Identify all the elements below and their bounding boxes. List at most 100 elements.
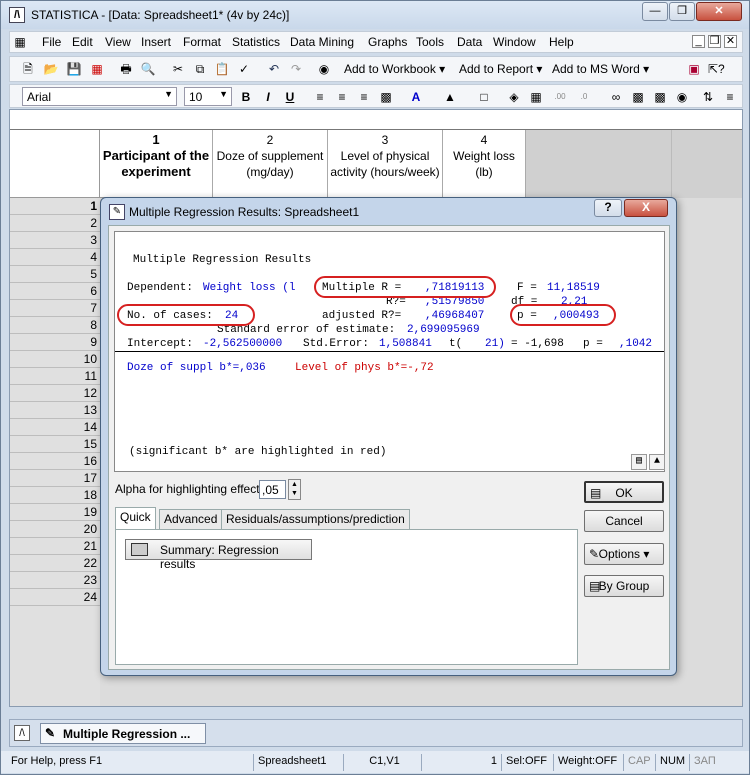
new-icon[interactable]: 🗎 <box>20 61 36 77</box>
tab-advanced[interactable]: Advanced <box>159 509 223 529</box>
menu-graphs[interactable]: Graphs <box>368 35 407 49</box>
lock-icon[interactable]: ◉ <box>674 89 690 105</box>
open-icon[interactable]: 📂 <box>43 61 59 77</box>
decrease-decimal-icon[interactable]: .0 <box>576 89 592 105</box>
tab-quick[interactable]: Quick <box>115 507 156 529</box>
status-weight[interactable]: Weight:OFF <box>553 754 623 771</box>
menu-edit[interactable]: Edit <box>72 35 93 49</box>
row-header[interactable]: 4 <box>10 249 100 266</box>
copy-icon[interactable]: ⧉ <box>192 61 208 77</box>
task-multiple-regression[interactable]: ✎ Multiple Regression ... <box>40 723 206 744</box>
undo-icon[interactable]: ↶ <box>266 61 282 77</box>
scroll-up-icon[interactable]: ▲ <box>649 454 665 470</box>
options-button[interactable]: ✎ Options ▾ <box>584 543 664 565</box>
alpha-spinner[interactable]: ▲ ▼ <box>288 479 301 500</box>
menu-tools[interactable]: Tools <box>416 35 444 49</box>
close-button[interactable]: ✕ <box>696 2 742 21</box>
borders-icon[interactable]: □ <box>476 89 492 105</box>
row-header[interactable]: 24 <box>10 589 100 606</box>
menu-file[interactable]: File <box>42 35 61 49</box>
row-header[interactable]: 23 <box>10 572 100 589</box>
row-header[interactable]: 11 <box>10 368 100 385</box>
dialog-close-button[interactable]: X <box>624 199 668 217</box>
row-header[interactable]: 9 <box>10 334 100 351</box>
font-size-select[interactable]: 10 ▼ <box>184 87 232 106</box>
row-header[interactable]: 10 <box>10 351 100 368</box>
header-corner[interactable] <box>10 130 100 198</box>
cancel-button[interactable]: Cancel <box>584 510 664 532</box>
insert-column-icon[interactable]: ∞ <box>608 89 624 105</box>
format-painter-icon[interactable]: ✓ <box>236 61 252 77</box>
column-header-4[interactable]: 4 Weight loss (lb) <box>443 130 526 198</box>
column-header-2[interactable]: 2 Doze of supplement (mg/day) <box>213 130 328 198</box>
column-header-1[interactable]: 1 Participant of the experiment <box>100 130 213 198</box>
italic-icon[interactable]: I <box>260 89 276 105</box>
copy-results-icon[interactable]: ▤ <box>631 454 647 470</box>
ok-button[interactable]: ▤ OK <box>584 481 664 503</box>
dialog-help-button[interactable]: ? <box>594 199 622 217</box>
column-header-3[interactable]: 3 Level of physical activity (hours/week) <box>328 130 443 198</box>
row-header[interactable]: 20 <box>10 521 100 538</box>
alpha-input[interactable] <box>259 480 286 499</box>
row-header[interactable]: 2 <box>10 215 100 232</box>
row-header[interactable]: 6 <box>10 283 100 300</box>
align-left-icon[interactable]: ≡ <box>312 89 328 105</box>
add-to-msword-button[interactable]: Add to MS Word ▾ <box>552 62 649 76</box>
align-right-icon[interactable]: ≡ <box>356 89 372 105</box>
bold-icon[interactable]: B <box>238 89 254 105</box>
row-header[interactable]: 16 <box>10 453 100 470</box>
row-header[interactable]: 15 <box>10 436 100 453</box>
row-header[interactable]: 3 <box>10 232 100 249</box>
increase-decimal-icon[interactable]: .00 <box>552 89 568 105</box>
redo-icon[interactable]: ↷ <box>288 61 304 77</box>
print-preview-icon[interactable]: 🔍 <box>140 61 156 77</box>
print-icon[interactable]: 🖶 <box>118 61 134 77</box>
mdi-restore-icon[interactable]: ❐ <box>708 35 721 48</box>
summary-regression-button[interactable]: Summary: Regression results <box>125 539 312 571</box>
merge-icon[interactable]: ▩ <box>378 89 394 105</box>
font-select[interactable]: Arial ▼ <box>22 87 177 106</box>
row-header[interactable]: 8 <box>10 317 100 334</box>
row-header[interactable]: 21 <box>10 538 100 555</box>
menu-insert[interactable]: Insert <box>141 35 171 49</box>
menu-data-mining[interactable]: Data Mining <box>290 35 354 49</box>
tag-icon[interactable]: ◈ <box>506 89 522 105</box>
row-header[interactable]: 19 <box>10 504 100 521</box>
cut-icon[interactable]: ✂ <box>170 61 186 77</box>
save-icon[interactable]: 💾 <box>66 61 82 77</box>
tab-residuals[interactable]: Residuals/assumptions/prediction <box>221 509 410 529</box>
row-header[interactable]: 5 <box>10 266 100 283</box>
help-pointer-icon[interactable]: ⇱? <box>708 61 725 77</box>
add-to-workbook-button[interactable]: Add to Workbook ▾ <box>344 62 445 76</box>
align-center-icon[interactable]: ≡ <box>334 89 350 105</box>
variable-specs-icon[interactable]: ▩ <box>630 89 646 105</box>
document-icon[interactable]: ▦ <box>12 34 28 50</box>
pdf-icon[interactable]: ▦ <box>89 61 105 77</box>
statistica-icon[interactable]: /\ <box>14 725 30 741</box>
row-header[interactable]: 12 <box>10 385 100 402</box>
menu-data[interactable]: Data <box>457 35 482 49</box>
mdi-minimize-icon[interactable]: _ <box>692 35 705 48</box>
row-header[interactable]: 22 <box>10 555 100 572</box>
row-header[interactable]: 13 <box>10 402 100 419</box>
statistica-icon[interactable]: /\ <box>9 7 25 23</box>
menu-view[interactable]: View <box>105 35 131 49</box>
paste-icon[interactable]: 📋 <box>214 61 230 77</box>
restore-button[interactable]: ❐ <box>669 2 695 21</box>
row-header[interactable]: 7 <box>10 300 100 317</box>
minimize-button[interactable]: — <box>642 2 668 21</box>
row-header[interactable]: 1 <box>10 198 100 215</box>
grid-icon[interactable]: ▦ <box>528 89 544 105</box>
by-group-button[interactable]: ▤ By Group <box>584 575 664 597</box>
row-header[interactable]: 14 <box>10 419 100 436</box>
menu-window[interactable]: Window <box>493 35 536 49</box>
mdi-close-icon[interactable]: ✕ <box>724 35 737 48</box>
menu-format[interactable]: Format <box>183 35 221 49</box>
case-specs-icon[interactable]: ▩ <box>652 89 668 105</box>
status-sel[interactable]: Sel:OFF <box>501 754 551 771</box>
book-icon[interactable]: ▣ <box>686 61 702 77</box>
row-header[interactable]: 17 <box>10 470 100 487</box>
fill-color-icon[interactable]: ▲ <box>442 89 458 105</box>
menu-statistics[interactable]: Statistics <box>232 35 280 49</box>
sort-icon[interactable]: ⇅ <box>700 89 716 105</box>
